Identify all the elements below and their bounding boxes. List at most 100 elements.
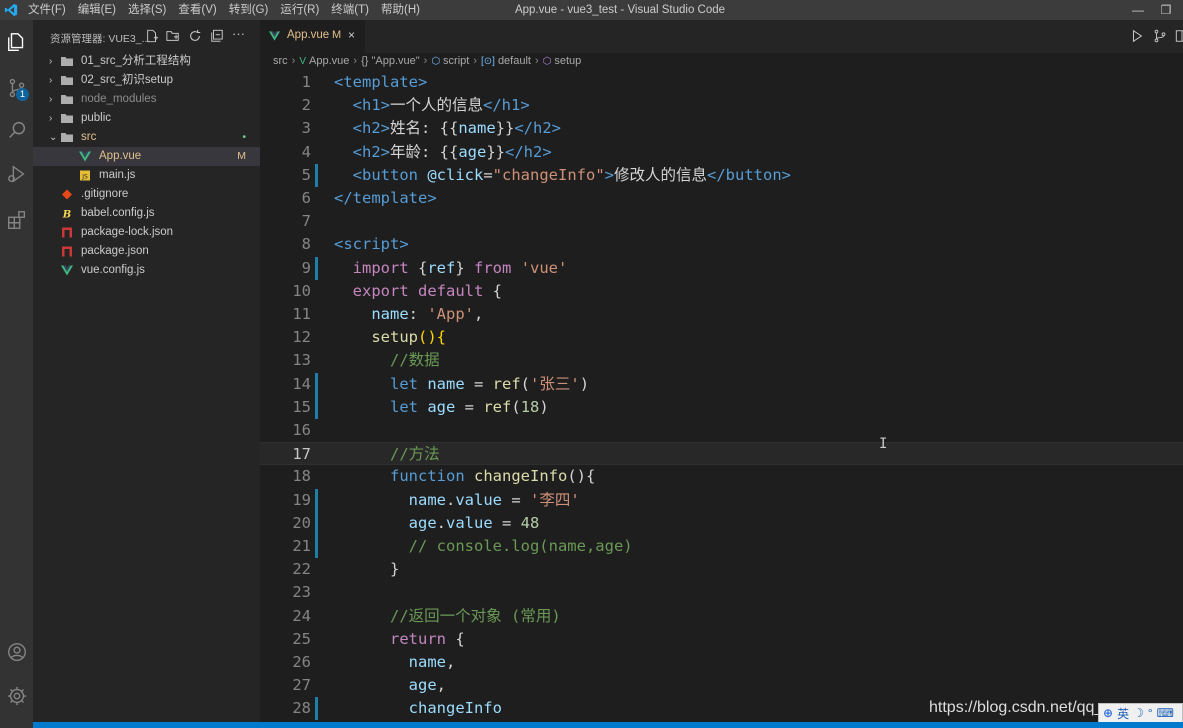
code-line[interactable]: 15 let age = ref(18) [260,395,1183,419]
tab-app-vue[interactable]: App.vue M × [260,20,365,53]
code-token: </h2> [514,119,561,138]
ime-language[interactable]: 英 [1117,705,1129,722]
tree-folder[interactable]: › 02_src_初识setup [33,71,260,90]
menu-item[interactable]: 终端(T) [325,0,375,20]
ime-toolbar[interactable]: ⊕ 英 ☽ ° ⌨ [1098,703,1183,723]
code-line[interactable]: 2 <h1>一个人的信息</h1> [260,94,1183,117]
restore-button[interactable]: ❐ [1151,0,1181,20]
tree-folder[interactable]: › 01_src_分析工程结构 [33,52,260,71]
git-change-marker[interactable] [315,697,318,721]
menu-item[interactable]: 编辑(E) [72,0,122,20]
menu-item[interactable]: 运行(R) [274,0,325,20]
account-icon[interactable] [0,634,33,670]
code-line[interactable]: 21 // console.log(name,age) [260,535,1183,558]
code-token: '张三' [530,374,580,393]
tree-file[interactable]: Bbabel.config.js [33,204,260,223]
code-line[interactable]: 19 name.value = '李四' [260,488,1183,512]
more-actions-icon[interactable]: ··· [232,27,246,43]
tab-close-icon[interactable]: × [348,28,355,42]
git-change-marker[interactable] [315,256,318,280]
menu-item[interactable]: 文件(F) [22,0,72,20]
breadcrumb-script[interactable]: script [443,55,469,67]
code-line[interactable]: 18 function changeInfo(){ [260,465,1183,488]
collapse-all-icon[interactable] [210,29,224,43]
code-token: }} [486,142,505,161]
chevron-right-icon[interactable]: › [49,90,59,109]
code-line[interactable]: 17 //方法 [260,442,1183,466]
code-line[interactable]: 5 <button @click="changeInfo">修改人的信息</bu… [260,163,1183,187]
code-line[interactable]: 23 [260,581,1183,604]
chevron-right-icon[interactable]: › [49,52,59,71]
minimize-button[interactable]: — [1123,0,1153,20]
code-line[interactable]: 14 let name = ref('张三') [260,372,1183,396]
code-line[interactable]: 24 //返回一个对象 (常用) [260,605,1183,628]
tree-file[interactable]: .gitignore [33,185,260,204]
code-line[interactable]: 12 setup(){ [260,326,1183,349]
code-line[interactable]: 25 return { [260,628,1183,651]
code-line[interactable]: 4 <h2>年龄: {{age}}</h2> [260,141,1183,164]
new-folder-icon[interactable] [166,29,180,43]
code-line[interactable]: 6 </template> [260,187,1183,210]
git-change-marker[interactable] [315,511,318,535]
code-editor[interactable]: 1 <template> 2 <h1>一个人的信息</h1> 3 <h2>姓名: {{… [260,71,1183,728]
ime-keyboard-icon[interactable]: ⌨ [1157,706,1174,720]
refresh-icon[interactable] [188,29,202,43]
git-change-marker[interactable] [315,163,318,187]
chevron-right-icon[interactable]: › [49,109,59,128]
code-line[interactable]: 22 } [260,558,1183,581]
menu-item[interactable]: 帮助(H) [375,0,426,20]
tree-folder[interactable]: › public [33,109,260,128]
breadcrumb-app-object[interactable]: {} "App.vue" [361,55,420,67]
ime-punct-icon[interactable]: ° [1148,706,1153,720]
git-change-marker[interactable] [315,372,318,396]
run-debug-icon[interactable] [0,156,33,192]
breadcrumb-setup[interactable]: setup [554,55,581,67]
open-changes-icon[interactable] [1153,29,1167,43]
files-icon[interactable] [0,24,33,60]
new-file-icon[interactable] [145,29,159,43]
tree-item-label: App.vue [99,150,142,162]
breadcrumb-file[interactable]: App.vue [309,55,349,67]
git-change-marker[interactable] [315,535,318,558]
code-line[interactable]: 16 [260,419,1183,442]
code-line[interactable]: 1 <template> [260,71,1183,94]
code-line[interactable]: 11 name: 'App', [260,303,1183,326]
code-line[interactable]: 7 [260,210,1183,233]
breadcrumb-src[interactable]: src [273,55,288,67]
code-line[interactable]: 8 <script> [260,233,1183,256]
git-change-marker[interactable] [315,395,318,419]
code-line[interactable]: 20 age.value = 48 [260,511,1183,535]
menu-item[interactable]: 查看(V) [172,0,222,20]
code-line[interactable]: 9 import {ref} from 'vue' [260,256,1183,280]
code-token: changeInfo [408,699,502,718]
tree-file[interactable]: package-lock.json [33,223,260,242]
code-line[interactable]: 13 //数据 [260,349,1183,372]
code-token: import [352,258,409,277]
extensions-icon[interactable] [0,202,33,238]
code-line[interactable]: 3 <h2>姓名: {{name}}</h2> [260,117,1183,140]
code-line[interactable]: 26 name, [260,651,1183,674]
tree-file[interactable]: JS main.js [33,166,260,185]
source-control-icon[interactable]: 1 [0,70,33,106]
run-file-icon[interactable] [1130,29,1144,43]
tree-file[interactable]: vue.config.js [33,261,260,280]
code-line[interactable]: 10 export default { [260,280,1183,303]
split-editor-icon[interactable] [1175,29,1183,43]
tree-file[interactable]: package.json [33,242,260,261]
menu-item[interactable]: 选择(S) [122,0,172,20]
menu-item[interactable]: 转到(G) [223,0,275,20]
code-token: value [455,490,502,509]
git-change-marker[interactable] [315,488,318,512]
tree-file[interactable]: App.vue M [33,147,260,166]
settings-gear-icon[interactable] [0,678,33,714]
code-token: '李四' [530,490,580,509]
chevron-right-icon[interactable]: › [49,71,59,90]
breadcrumb-default[interactable]: default [498,55,531,67]
tree-folder[interactable]: ⌄ src • [33,128,260,147]
ime-moon-icon[interactable]: ☽ [1133,706,1144,720]
search-icon[interactable] [0,112,33,148]
chevron-down-icon[interactable]: ⌄ [49,128,59,147]
tree-folder[interactable]: › node_modules [33,90,260,109]
code-line[interactable]: 27 age, [260,674,1183,697]
